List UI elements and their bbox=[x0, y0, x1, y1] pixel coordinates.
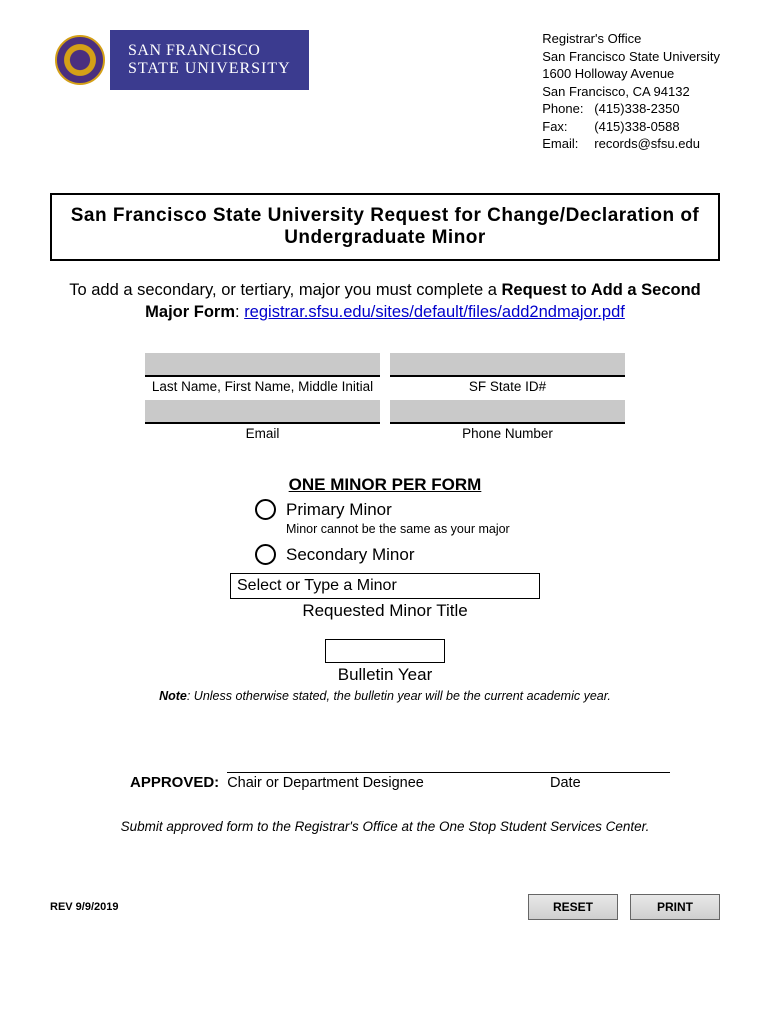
fax-label: Fax: bbox=[542, 118, 594, 136]
logo-line1: SAN FRANCISCO bbox=[128, 42, 291, 60]
minor-title-label: Requested Minor Title bbox=[230, 601, 540, 621]
logo-line2: STATE UNIVERSITY bbox=[128, 60, 291, 78]
phone-field-label: Phone Number bbox=[390, 424, 625, 447]
minor-title-input[interactable] bbox=[230, 573, 540, 599]
intro-link[interactable]: registrar.sfsu.edu/sites/default/files/a… bbox=[244, 303, 625, 321]
phone-value: (415)338-2350 bbox=[594, 100, 679, 118]
bulletin-year-input[interactable] bbox=[325, 639, 445, 663]
print-button[interactable]: PRINT bbox=[630, 894, 720, 920]
submit-note: Submit approved form to the Registrar's … bbox=[50, 819, 720, 834]
name-input[interactable] bbox=[145, 353, 380, 377]
name-field-label: Last Name, First Name, Middle Initial bbox=[145, 377, 380, 400]
logo-text: SAN FRANCISCO STATE UNIVERSITY bbox=[110, 34, 309, 87]
address-street: 1600 Holloway Avenue bbox=[542, 65, 720, 83]
phone-input[interactable] bbox=[390, 400, 625, 424]
intro-text: To add a secondary, or tertiary, major y… bbox=[50, 279, 720, 324]
secondary-minor-radio[interactable] bbox=[255, 544, 276, 565]
minor-select-wrap: Requested Minor Title bbox=[230, 573, 540, 621]
university-logo: SAN FRANCISCO STATE UNIVERSITY bbox=[50, 30, 309, 90]
fax-value: (415)338-0588 bbox=[594, 118, 679, 136]
note-bold: Note bbox=[159, 689, 187, 703]
signature-line[interactable] bbox=[227, 753, 670, 773]
sfstate-id-input[interactable] bbox=[390, 353, 625, 377]
primary-minor-note: Minor cannot be the same as your major bbox=[255, 522, 555, 536]
bulletin-wrap: Bulletin Year bbox=[285, 639, 485, 685]
secondary-minor-label: Secondary Minor bbox=[286, 545, 415, 565]
address-citystate: San Francisco, CA 94132 bbox=[542, 83, 720, 101]
email-value: records@sfsu.edu bbox=[594, 135, 700, 153]
note-text: : Unless otherwise stated, the bulletin … bbox=[187, 689, 611, 703]
address-block: Registrar's Office San Francisco State U… bbox=[542, 30, 720, 153]
primary-minor-label: Primary Minor bbox=[286, 500, 392, 520]
address-office: Registrar's Office bbox=[542, 30, 720, 48]
chair-label: Chair or Department Designee bbox=[227, 775, 550, 791]
section-heading: ONE MINOR PER FORM bbox=[50, 475, 720, 495]
seal-icon bbox=[50, 30, 110, 90]
date-label: Date bbox=[550, 775, 670, 791]
reset-button[interactable]: RESET bbox=[528, 894, 618, 920]
approved-label: APPROVED: bbox=[130, 774, 219, 791]
intro-sep: : bbox=[235, 303, 244, 321]
id-field-label: SF State ID# bbox=[390, 377, 625, 400]
email-input[interactable] bbox=[145, 400, 380, 424]
footer: REV 9/9/2019 RESET PRINT bbox=[50, 894, 720, 920]
approval-row: APPROVED: Chair or Department Designee D… bbox=[130, 753, 670, 791]
header: SAN FRANCISCO STATE UNIVERSITY Registrar… bbox=[50, 30, 720, 153]
student-info-fields: Last Name, First Name, Middle Initial SF… bbox=[145, 353, 625, 447]
form-title: San Francisco State University Request f… bbox=[50, 193, 720, 261]
email-label: Email: bbox=[542, 135, 594, 153]
primary-minor-radio[interactable] bbox=[255, 499, 276, 520]
phone-label: Phone: bbox=[542, 100, 594, 118]
intro-pre: To add a secondary, or tertiary, major y… bbox=[69, 281, 501, 299]
bulletin-year-label: Bulletin Year bbox=[285, 665, 485, 685]
revision-date: REV 9/9/2019 bbox=[50, 901, 119, 913]
bulletin-note: Note: Unless otherwise stated, the bulle… bbox=[50, 689, 720, 703]
email-field-label: Email bbox=[145, 424, 380, 447]
minor-type-radios: Primary Minor Minor cannot be the same a… bbox=[215, 499, 555, 565]
address-univ: San Francisco State University bbox=[542, 48, 720, 66]
